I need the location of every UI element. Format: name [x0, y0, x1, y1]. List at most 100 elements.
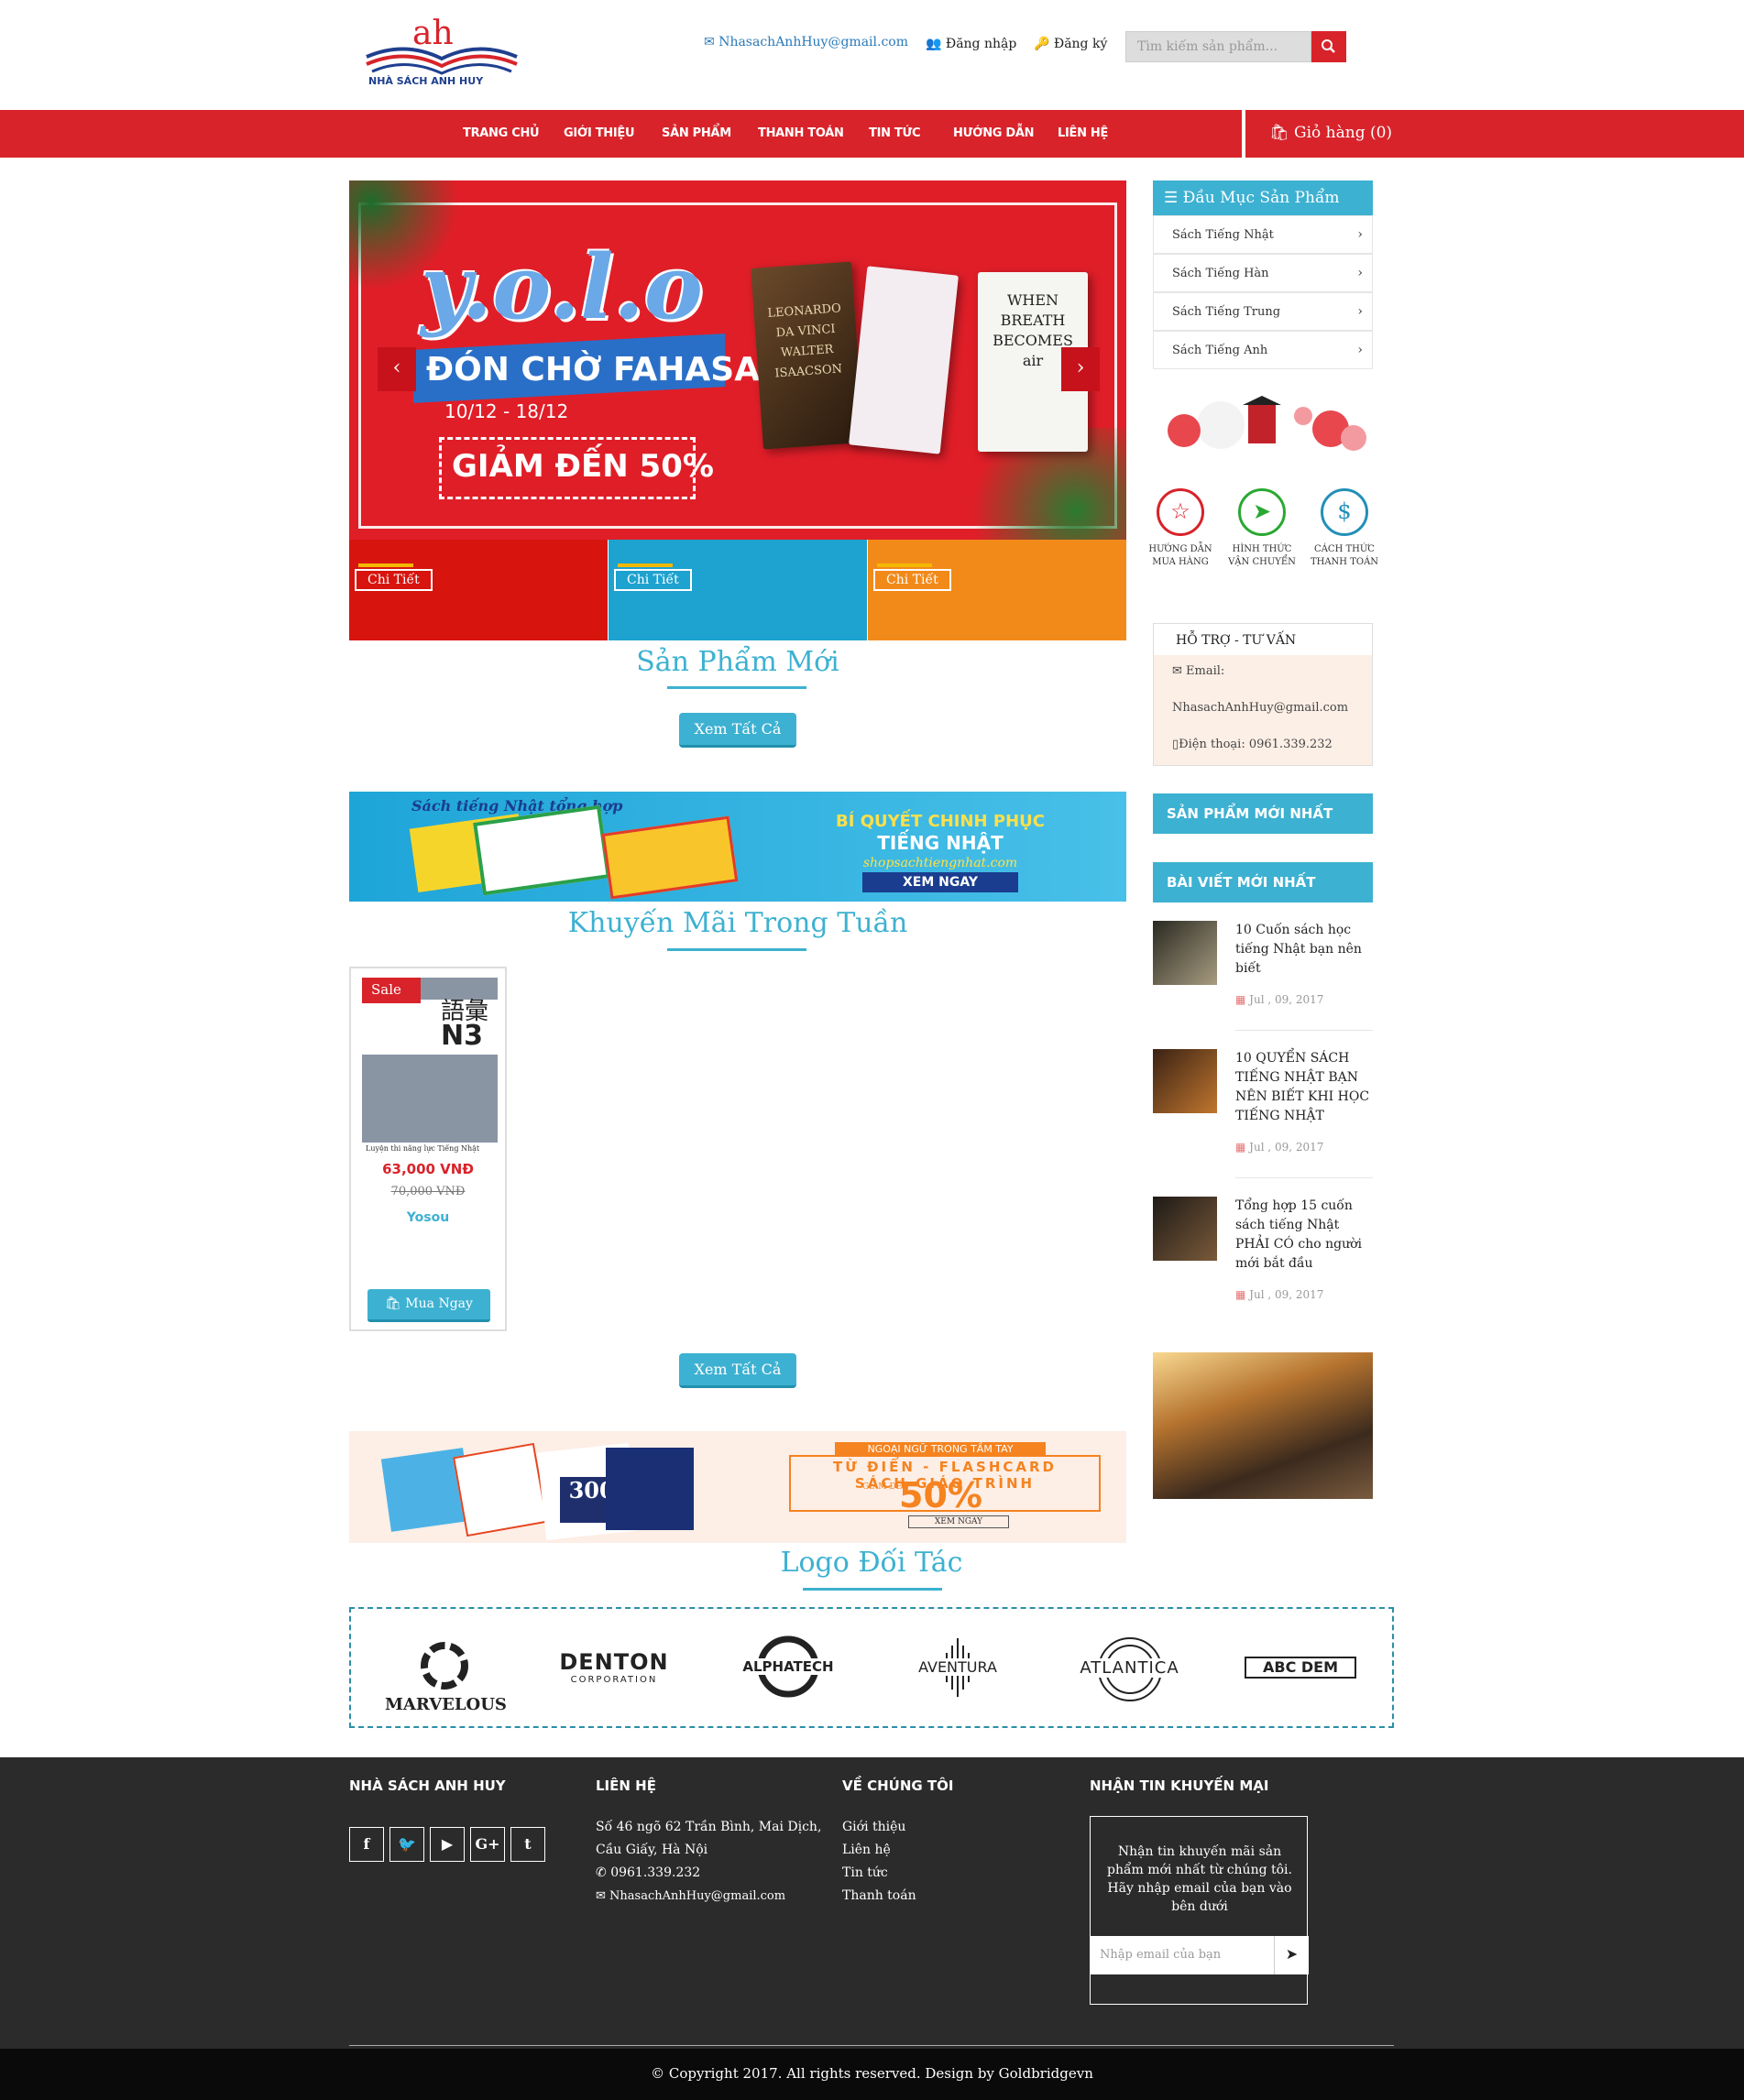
chevron-right-icon: ›: [1357, 266, 1363, 280]
post-thumbnail[interactable]: [1153, 921, 1217, 985]
tile-detail-button[interactable]: Chi Tiết: [873, 569, 951, 591]
envelope-icon: ✉: [596, 1889, 610, 1903]
cart-button[interactable]: 🛍 Giỏ hàng (0): [1269, 124, 1392, 142]
promo2-line1: TỪ ĐIỂN - FLASHCARD: [833, 1459, 1057, 1475]
phone-icon: ✆: [596, 1865, 611, 1880]
shipping-caption[interactable]: HÌNH THỨC VẬN CHUYỂN: [1225, 543, 1299, 569]
post-date-text: Jul , 09, 2017: [1249, 993, 1324, 1006]
nav-about[interactable]: GIỚI THIỆU: [564, 126, 635, 140]
cart-label: Giỏ hàng (0): [1294, 124, 1393, 142]
slider-prev-button[interactable]: ‹: [378, 347, 416, 391]
weekly-promo-title: Khuyến Mãi Trong Tuần: [567, 907, 908, 939]
footer-link-payment[interactable]: Thanh toán: [842, 1885, 916, 1908]
support-phone[interactable]: ▯Điện thoại: 0961.339.232: [1172, 738, 1333, 751]
promo2-oxford-book: [606, 1448, 694, 1530]
footer-contact-head: LIÊN HỆ: [596, 1777, 656, 1794]
nav-news[interactable]: TIN TỨC: [869, 126, 921, 140]
nav-products[interactable]: SẢN PHẨM: [662, 126, 731, 140]
tumblr-icon[interactable]: t: [510, 1827, 545, 1862]
tile-blue: Chi Tiết: [609, 540, 867, 640]
partner-marvelous[interactable]: MARVELOUS: [385, 1640, 507, 1714]
guide-caption[interactable]: HƯỚNG DẪN MUA HÀNG: [1144, 543, 1217, 569]
twitter-icon[interactable]: 🐦: [389, 1827, 424, 1862]
new-products-title: Sản Phẩm Mới: [636, 646, 839, 678]
promo1-cta[interactable]: XEM NGAY: [862, 872, 1018, 892]
partner-denton[interactable]: DENTON CORPORATION: [550, 1649, 678, 1685]
partner-marvelous-label: MARVELOUS: [385, 1695, 507, 1714]
shopping-bag-icon: 🛍: [385, 1296, 406, 1311]
view-all-promo-button[interactable]: Xem Tất Cả: [679, 1353, 796, 1388]
facebook-icon[interactable]: f: [349, 1827, 384, 1862]
newsletter-submit-button[interactable]: ➤: [1274, 1936, 1309, 1974]
nav-guide[interactable]: HƯỚNG DẪN: [953, 126, 1035, 140]
payment-caption[interactable]: CÁCH THỨC THANH TOÁN: [1308, 543, 1381, 569]
footer-email[interactable]: ✉ NhasachAnhHuy@gmail.com: [596, 1885, 785, 1908]
newsletter-placeholder: Nhập email của bạn: [1100, 1948, 1222, 1962]
category-header: ☰ Đầu Mục Sản Phẩm: [1153, 180, 1373, 215]
support-email[interactable]: NhasachAnhHuy@gmail.com: [1172, 701, 1348, 715]
shopping-bag-icon: 🛍: [1269, 124, 1289, 142]
product-brand[interactable]: Yosou: [351, 1210, 505, 1225]
product-caption: Luyện thi năng lực Tiếng Nhật: [366, 1144, 480, 1153]
buy-now-button[interactable]: 🛍 Mua Ngay: [367, 1289, 490, 1322]
nav-contact[interactable]: LIÊN HỆ: [1058, 126, 1108, 140]
header-email[interactable]: ✉ NhasachAnhHuy@gmail.com: [704, 35, 908, 49]
footer-link-news[interactable]: Tin tức: [842, 1862, 888, 1885]
search-input[interactable]: Tìm kiếm sản phẩm...: [1125, 31, 1311, 62]
star-icon[interactable]: ☆: [1157, 488, 1204, 536]
bookstore-photo[interactable]: [1153, 1352, 1373, 1499]
newsletter-email-input[interactable]: Nhập email của bạn: [1091, 1936, 1274, 1974]
partner-atlantica[interactable]: ATLANTICA: [1063, 1633, 1196, 1710]
post-divider: [1235, 1177, 1373, 1178]
nav-home[interactable]: TRANG CHỦ: [463, 126, 540, 140]
support-header: HỖ TRỢ - TƯ VẤN: [1154, 624, 1372, 655]
footer-link-contact[interactable]: Liên hệ: [842, 1839, 891, 1862]
promo-banner-dictionary[interactable]: 3000 NGOẠI NGỮ TRONG TẦM TAY TỪ ĐIỂN - F…: [349, 1431, 1126, 1543]
chevron-right-icon: ›: [1357, 227, 1363, 242]
post-thumbnail[interactable]: [1153, 1197, 1217, 1261]
calendar-icon: ▦: [1235, 1288, 1250, 1301]
money-icon[interactable]: $: [1321, 488, 1368, 536]
register-link[interactable]: 🔑 Đăng ký: [1034, 37, 1107, 51]
partner-aventura[interactable]: AVENTURA: [898, 1633, 1017, 1706]
promo2-cta[interactable]: XEM NGAY: [908, 1515, 1009, 1528]
footer-about-head: VỀ CHÚNG TÔI: [842, 1777, 954, 1794]
google-plus-icon[interactable]: G+: [470, 1827, 505, 1862]
post-title[interactable]: Tổng hợp 15 cuốn sách tiếng Nhật PHẢI CÓ…: [1235, 1197, 1373, 1274]
partner-abcdem[interactable]: ABC DEM: [1245, 1657, 1356, 1679]
category-japanese[interactable]: Sách Tiếng Nhật ›: [1153, 215, 1373, 254]
tile-detail-button[interactable]: Chi Tiết: [355, 569, 433, 591]
search-button[interactable]: [1311, 31, 1346, 62]
footer-link-about[interactable]: Giới thiệu: [842, 1816, 905, 1839]
send-icon[interactable]: ➤: [1238, 488, 1286, 536]
tile-orange: Chi Tiết: [868, 540, 1126, 640]
support-phone-text: Điện thoại: 0961.339.232: [1179, 738, 1333, 751]
category-label: Sách Tiếng Anh: [1172, 344, 1268, 357]
partner-alphatech[interactable]: ALPHATECH: [724, 1635, 852, 1702]
category-english[interactable]: Sách Tiếng Anh ›: [1153, 331, 1373, 369]
product-card[interactable]: 語彙 N3 Sale Luyện thi năng lực Tiếng Nhật…: [349, 967, 507, 1331]
calendar-icon: ▦: [1235, 1141, 1250, 1154]
promo1-line2: TIẾNG NHẬT: [877, 832, 1004, 854]
hero-slider[interactable]: y.o.l.o ĐÓN CHỜ FAHASA DAY 10/12 - 18/12…: [349, 180, 1126, 540]
register-label: Đăng ký: [1053, 37, 1108, 51]
footer-phone[interactable]: ✆ 0961.339.232: [596, 1862, 700, 1885]
nav-payment[interactable]: THANH TOÁN: [758, 126, 844, 140]
post-thumbnail[interactable]: [1153, 1049, 1217, 1113]
promo-banner-japanese[interactable]: Sách tiếng Nhật tổng hợp BÍ QUYẾT CHINH …: [349, 792, 1126, 902]
category-chinese[interactable]: Sách Tiếng Trung ›: [1153, 292, 1373, 331]
tile-bar: [618, 563, 673, 567]
site-logo[interactable]: ah NHÀ SÁCH ANH HUY: [359, 15, 524, 92]
category-korean[interactable]: Sách Tiếng Hàn ›: [1153, 254, 1373, 292]
post-title[interactable]: 10 Cuốn sách học tiếng Nhật bạn nên biết: [1235, 921, 1373, 979]
tile-detail-button[interactable]: Chi Tiết: [614, 569, 692, 591]
view-all-new-button[interactable]: Xem Tất Cả: [679, 713, 796, 748]
login-label: Đăng nhập: [945, 37, 1017, 51]
chevron-right-icon: ›: [1076, 356, 1085, 379]
slider-next-button[interactable]: ›: [1061, 347, 1100, 391]
login-link[interactable]: 👥 Đăng nhập: [926, 37, 1016, 51]
youtube-icon[interactable]: ▶: [430, 1827, 465, 1862]
footer-address-1: Số 46 ngõ 62 Trần Bình, Mai Dịch,: [596, 1820, 822, 1834]
partner-alphatech-label: ALPHATECH: [724, 1658, 852, 1675]
post-title[interactable]: 10 QUYỂN SÁCH TIẾNG NHẬT BẠN NÊN BIẾT KH…: [1235, 1049, 1373, 1126]
